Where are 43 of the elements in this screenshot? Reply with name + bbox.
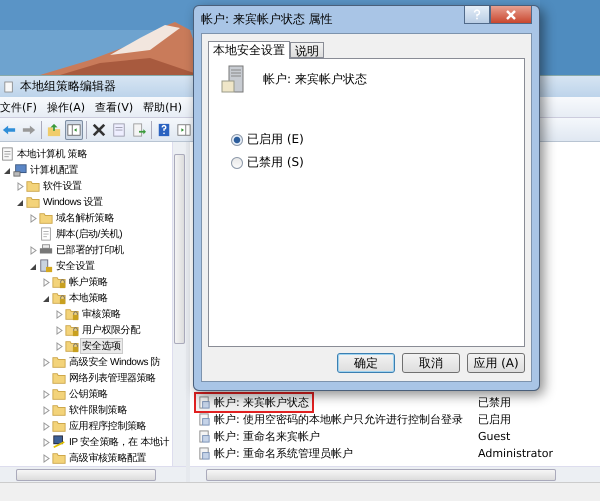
tree-item[interactable]: 网络列表管理器策略 <box>67 370 158 386</box>
setting-value: Guest <box>478 430 510 443</box>
dialog-button[interactable]: 取消 <box>402 353 460 373</box>
tree-item[interactable]: 本地计算机 策略 <box>15 146 89 162</box>
tree-item[interactable]: 高级安全 Windows 防 <box>67 354 162 370</box>
tree-item[interactable]: 审核策略 <box>80 306 123 322</box>
tree-item[interactable]: IP 安全策略，在 本地计 <box>67 434 172 450</box>
setting-value: Administrator <box>478 447 553 460</box>
tree-item[interactable]: 本地策略 <box>67 290 110 306</box>
menu-item[interactable]: 文件(F) <box>0 100 37 114</box>
tree-item[interactable]: 用户权限分配 <box>80 322 142 338</box>
highlighted-list-item[interactable]: 帐户: 来宾帐户状态 <box>194 392 314 413</box>
tree-item[interactable]: 已部署的打印机 <box>54 242 126 258</box>
tree-item[interactable]: 软件设置 <box>41 178 84 194</box>
tab[interactable]: 本地安全设置 <box>208 41 290 59</box>
dialog-title: 帐户: 来宾帐户状态 属性 <box>201 11 333 28</box>
menu-item[interactable]: 查看(V) <box>95 100 134 114</box>
policy-name: 帐户: 来宾帐户状态 <box>263 71 367 88</box>
tab[interactable]: 说明 <box>290 42 324 58</box>
policy-name: 帐户: 重命名来宾帐户 <box>214 429 320 444</box>
tree-item[interactable]: 脚本(启动/关机) <box>54 226 124 242</box>
dialog-button[interactable]: 应用 (A) <box>467 353 525 373</box>
option-label: 已启用 (E) <box>247 131 304 148</box>
dialog-button[interactable]: 确定 <box>337 353 395 373</box>
tree-item[interactable]: 帐户策略 <box>67 274 110 290</box>
tree-item[interactable]: 公钥策略 <box>67 386 110 402</box>
setting-value: 已启用 <box>478 412 511 427</box>
setting-value: 已禁用 <box>478 395 511 410</box>
policy-name: 帐户: 重命名系统管理员帐户 <box>214 446 354 461</box>
tree-item[interactable]: 计算机配置 <box>28 162 80 178</box>
menu-item[interactable]: 帮助(H) <box>143 100 182 114</box>
tree-item[interactable]: 高级审核策略配置 <box>67 450 148 466</box>
policy-name: 帐户: 来宾帐户状态 <box>214 395 310 410</box>
tree-item[interactable]: 安全设置 <box>54 258 97 274</box>
window-title: 本地组策略编辑器 <box>20 78 116 95</box>
option-label: 已禁用 (S) <box>247 154 304 171</box>
tree-item[interactable]: Windows 设置 <box>41 194 105 210</box>
policy-name: 帐户: 使用空密码的本地帐户只允许进行控制台登录 <box>214 412 464 427</box>
tree-item[interactable]: 域名解析策略 <box>54 210 116 226</box>
menu-item[interactable]: 操作(A) <box>46 100 86 114</box>
tree-item[interactable]: 安全选项 <box>80 338 123 354</box>
tree-item[interactable]: 软件限制策略 <box>67 402 129 418</box>
tree-item[interactable]: 应用程序控制策略 <box>67 418 148 434</box>
